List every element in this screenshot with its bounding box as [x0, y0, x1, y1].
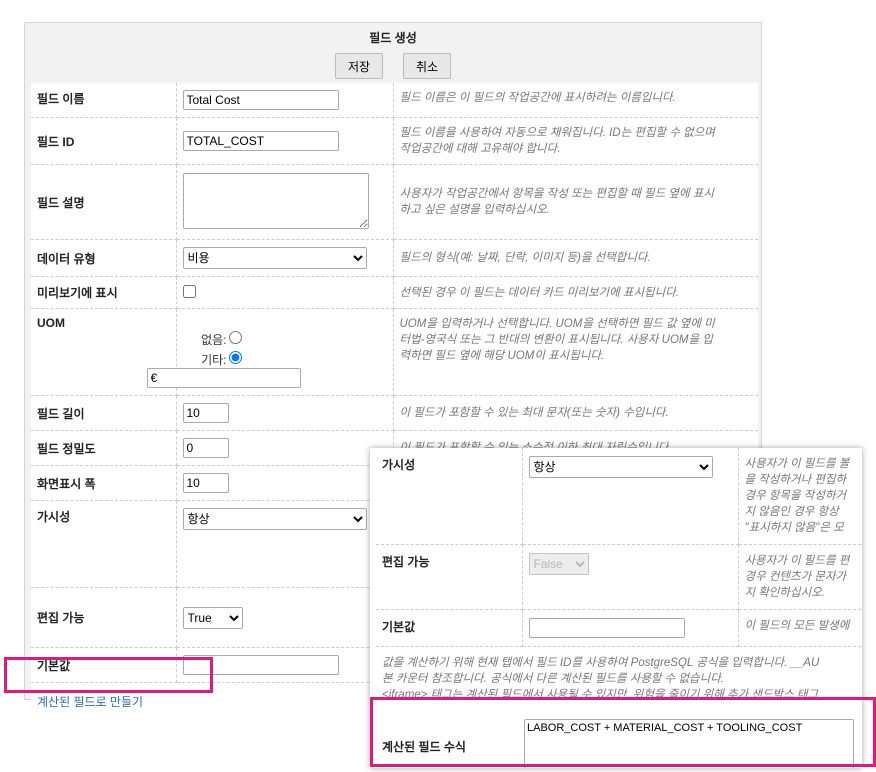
label: 필드 ID — [31, 117, 177, 165]
display-width-input[interactable] — [182, 473, 229, 493]
uom-other-label: 기타: — [201, 353, 227, 367]
label: 데이터 유형 — [31, 239, 177, 277]
field-id-input[interactable] — [182, 131, 339, 151]
label: 미리보기에 표시 — [31, 276, 177, 309]
help-text: 선택된 경우 이 필드는 데이터 카드 미리보기에 표시됩니다. — [393, 276, 758, 309]
show-in-preview-checkbox[interactable] — [182, 284, 196, 298]
help-text: 지 확인하십시오. — [744, 587, 825, 599]
formula-help: 값을 계산하기 위해 현재 탭에서 필드 ID를 사용하여 PostgreSQL… — [382, 657, 820, 669]
label: 기본값 — [376, 609, 523, 647]
editable-select[interactable]: True — [182, 606, 243, 629]
help-text: 이 필드가 포함할 수 있는 최대 문자(또는 숫자) 수입니다. — [393, 395, 758, 431]
help-text: 하고 싶은 설명을 입력하십시오. — [399, 204, 550, 216]
help-text: 경우 항목을 작성하거 — [744, 490, 847, 502]
highlight-box — [370, 697, 876, 767]
help-text: "표시하지 않음"은 모 — [744, 522, 844, 534]
help-text: 사용자가 작업공간에서 항목을 작성 또는 편집할 때 필드 옆에 표시 — [399, 188, 714, 200]
make-calculated-field-link[interactable]: 계산된 필드로 만들기 — [37, 695, 143, 709]
help-text: 력하면 필드 옆에 해당 UOM이 표시됩니다. — [399, 350, 605, 362]
label: 필드 이름 — [31, 83, 177, 118]
label: 가시성 — [31, 500, 177, 588]
formula-help: 본 카운터 참조합니다. 공식에서 다른 계산된 필드를 사용할 수 없습니다. — [382, 673, 724, 685]
field-length-input[interactable] — [182, 403, 229, 423]
label: 가시성 — [376, 448, 523, 545]
label: 필드 정밀도 — [31, 430, 177, 466]
editable-select[interactable]: False — [528, 553, 589, 575]
label: 편집 가능 — [31, 587, 177, 648]
help-text: 터법-영국식 또는 그 반대의 변환이 표시됩니다. 사용자 UOM을 입 — [399, 334, 713, 346]
label: 편집 가능 — [376, 544, 523, 610]
cancel-button[interactable]: 취소 — [403, 53, 452, 79]
help-text: 사용자가 이 필드를 볼 — [744, 458, 850, 470]
label: 화면표시 폭 — [31, 465, 177, 501]
default-value-input[interactable] — [528, 618, 685, 638]
uom-other-radio[interactable] — [228, 351, 242, 364]
uom-none-label: 없음: — [201, 333, 227, 347]
help-text: 필드의 형식(예: 날짜, 단락, 이미지 등)을 선택합니다. — [393, 239, 758, 277]
help-text: 을 작성하거나 편집하 — [744, 474, 847, 486]
visibility-select[interactable]: 항상 — [528, 456, 713, 478]
panel-title: 필드 생성 — [369, 31, 417, 45]
help-text: 이 필드의 모든 발생에 — [738, 609, 862, 647]
help-text: 사용자가 이 필드를 편 — [744, 555, 850, 567]
help-text: 필드 이름은 이 필드의 작업공간에 표시하려는 이름입니다. — [393, 83, 758, 118]
help-text: UOM을 입력하거나 선택합니다. UOM을 선택하면 필드 값 옆에 미 — [399, 318, 715, 330]
field-precision-input[interactable] — [182, 438, 229, 458]
save-button[interactable]: 저장 — [335, 53, 384, 79]
label: 필드 설명 — [31, 164, 177, 240]
field-name-input[interactable] — [182, 90, 339, 110]
field-description-textarea[interactable] — [182, 172, 369, 229]
uom-none-radio[interactable] — [228, 331, 242, 344]
data-type-select[interactable]: 비용 — [182, 247, 367, 269]
help-text: 작업공간에 대해 고유해야 합니다. — [399, 143, 561, 155]
uom-other-input[interactable] — [146, 368, 301, 388]
visibility-select[interactable]: 항상 — [182, 508, 367, 530]
highlight-box — [4, 657, 213, 693]
help-text: 지 않음인 경우 항상 — [744, 506, 839, 518]
help-text: 필드 이름을 사용하여 자동으로 채워집니다. ID는 편집할 수 없으며 — [399, 127, 715, 139]
help-text: 경우 컨텐츠가 문자가 — [744, 571, 847, 583]
label: 필드 길이 — [31, 395, 177, 431]
